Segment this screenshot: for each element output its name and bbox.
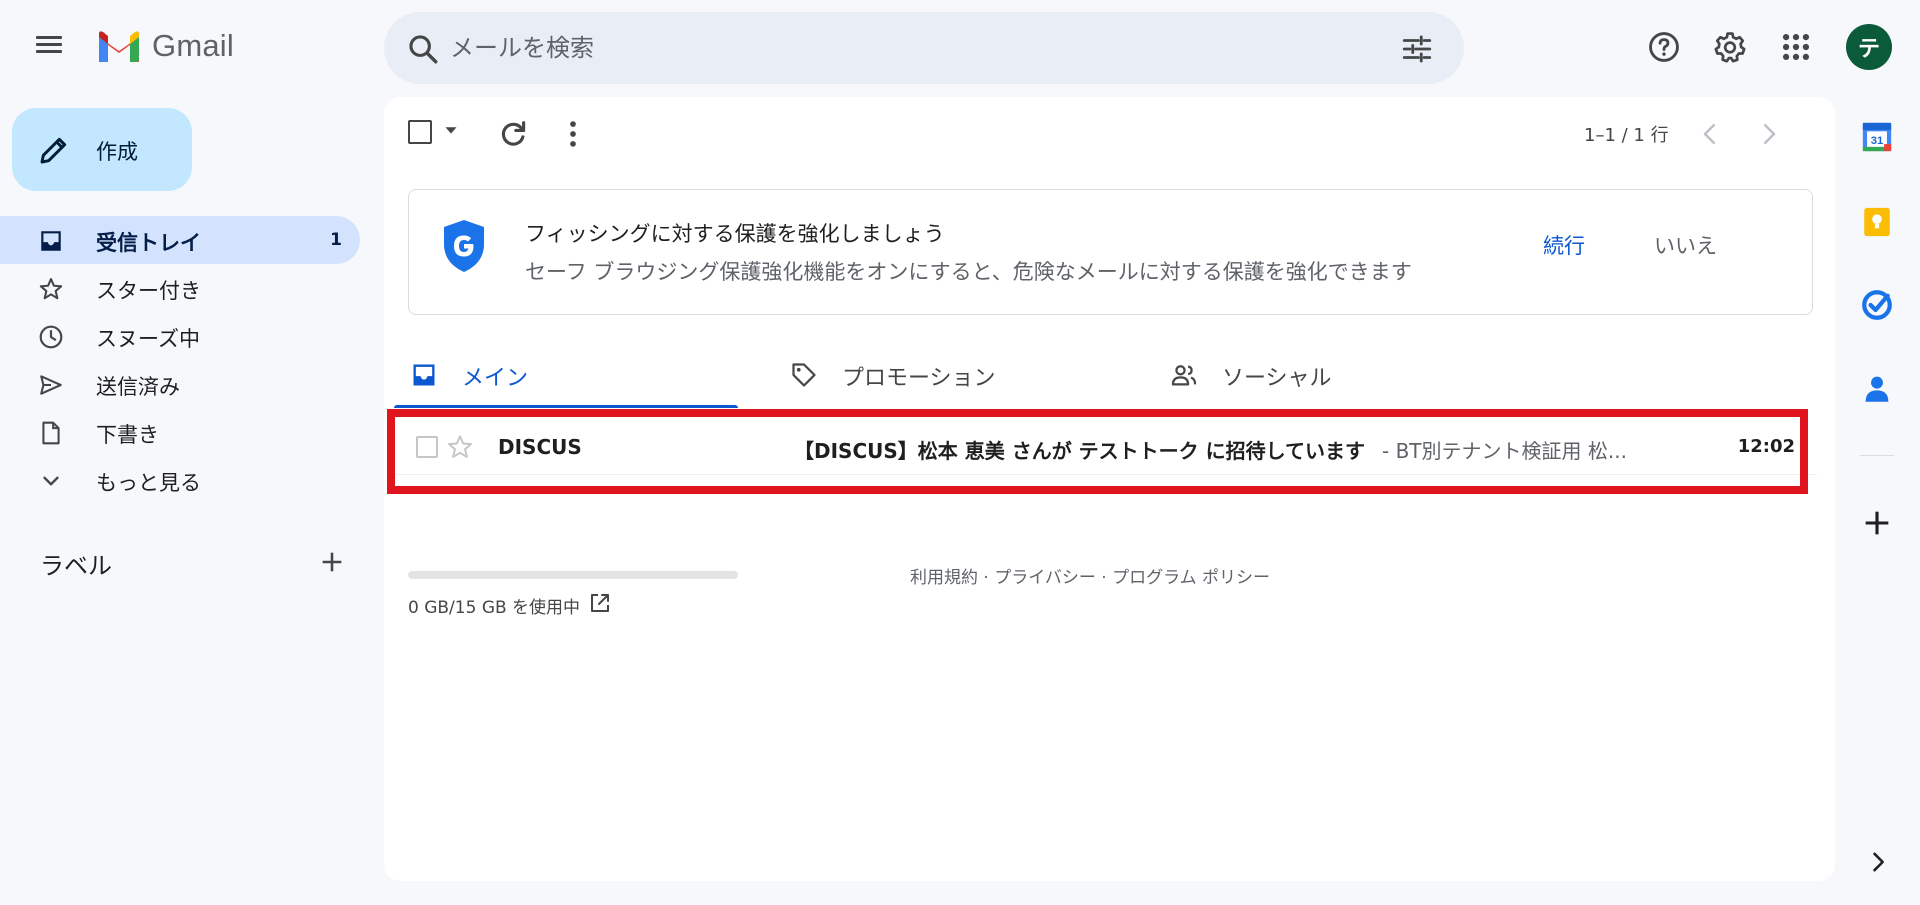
- footer-links: 利用規約 · プライバシー · プログラム ポリシー: [910, 563, 1270, 588]
- row-checkbox[interactable]: [416, 436, 438, 458]
- sidebar-item-snoozed[interactable]: スヌーズ中: [0, 312, 360, 360]
- category-tabs: メイン プロモーション ソーシャル: [394, 339, 1813, 408]
- open-in-new-icon[interactable]: [588, 591, 612, 615]
- pencil-icon: [40, 137, 67, 164]
- more-vert-icon[interactable]: [556, 117, 590, 151]
- mail-list-panel: 1–1 / 1 行 フィッシングに対する保護を強化しましょう セーフ ブラウジン…: [384, 97, 1835, 881]
- banner-continue-button[interactable]: 続行: [1543, 230, 1585, 260]
- app-name: Gmail: [152, 28, 234, 63]
- banner-title: フィッシングに対する保護を強化しましょう: [525, 222, 945, 246]
- sidebar-item-label: 下書き: [96, 423, 159, 447]
- select-dropdown-icon[interactable]: [440, 119, 462, 141]
- tab-label: ソーシャル: [1222, 366, 1332, 391]
- sidebar-item-starred[interactable]: スター付き: [0, 264, 360, 312]
- chevron-right-icon[interactable]: [1754, 119, 1784, 149]
- tab-label: メイン: [462, 366, 529, 391]
- labels-heading: ラベル: [40, 552, 112, 580]
- draft-file-icon: [42, 421, 60, 445]
- email-row[interactable]: DISCUS 【DISCUS】松本 恵美 さんが テストトーク に招待しています…: [394, 419, 1817, 475]
- sidebar-item-sent[interactable]: 送信済み: [0, 360, 360, 408]
- search-icon[interactable]: [406, 32, 440, 66]
- email-subject: 【DISCUS】松本 恵美 さんが テストトーク に招待しています: [794, 439, 1366, 463]
- calendar-icon[interactable]: 31: [1860, 120, 1894, 154]
- footer-separator: ·: [1095, 568, 1113, 588]
- storage-usage-bar: [408, 571, 738, 579]
- compose-button[interactable]: 作成: [12, 108, 192, 191]
- select-all-checkbox[interactable]: [408, 120, 432, 144]
- program-policy-link[interactable]: プログラム ポリシー: [1112, 568, 1270, 588]
- add-addon-icon[interactable]: [1860, 506, 1894, 540]
- sidebar-item-drafts[interactable]: 下書き: [0, 408, 360, 456]
- email-snippet: - BT別テナント検証用 松...: [1382, 439, 1627, 463]
- compose-label: 作成: [96, 140, 138, 164]
- people-icon: [1171, 365, 1197, 386]
- keep-icon[interactable]: [1860, 205, 1894, 239]
- tab-primary[interactable]: メイン: [394, 339, 768, 408]
- sidebar-item-label: スター付き: [96, 279, 201, 303]
- sidebar-item-label: 送信済み: [96, 375, 180, 399]
- svg-text:31: 31: [1871, 135, 1884, 147]
- safe-browsing-banner: フィッシングに対する保護を強化しましょう セーフ ブラウジング保護強化機能をオン…: [408, 189, 1813, 315]
- star-icon: [39, 278, 63, 300]
- help-icon[interactable]: [1647, 30, 1681, 64]
- terms-link[interactable]: 利用規約: [910, 568, 978, 588]
- tab-promotions[interactable]: プロモーション: [788, 339, 1148, 408]
- chevron-down-icon: [43, 476, 59, 486]
- tab-social[interactable]: ソーシャル: [1168, 339, 1528, 408]
- apps-grid-icon[interactable]: [1779, 30, 1813, 64]
- side-panel-divider: [1860, 455, 1894, 456]
- sidebar-item-label: 受信トレイ: [96, 231, 201, 255]
- email-time: 12:02: [1737, 436, 1795, 457]
- banner-description: セーフ ブラウジング保護強化機能をオンにすると、危険なメールに対する保護を強化で…: [525, 260, 1412, 284]
- tasks-icon[interactable]: [1860, 288, 1894, 322]
- footer-separator: ·: [978, 568, 995, 588]
- storage-usage-text: 0 GB/15 GB を使用中: [408, 598, 581, 618]
- gmail-m-icon: [99, 31, 139, 62]
- pagination-info: 1–1 / 1 行: [1584, 125, 1669, 146]
- sidebar-item-label: もっと見る: [96, 471, 201, 495]
- active-tab-indicator: [394, 405, 738, 408]
- clock-icon: [39, 325, 63, 349]
- inbox-icon: [41, 231, 61, 251]
- shield-g-icon: [444, 220, 484, 272]
- add-label-icon[interactable]: [318, 548, 346, 576]
- search-input[interactable]: [450, 26, 1350, 70]
- gmail-logo[interactable]: Gmail: [96, 28, 234, 64]
- tab-label: プロモーション: [842, 366, 996, 391]
- sidebar-item-label: スヌーズ中: [96, 327, 200, 351]
- send-icon: [40, 375, 62, 395]
- chevron-left-icon[interactable]: [1695, 119, 1725, 149]
- search-bar: [384, 12, 1464, 84]
- account-avatar[interactable]: テ: [1846, 24, 1892, 70]
- sidebar-nav: 受信トレイ 1 スター付き スヌーズ中 送信済み 下書き もっと見る: [0, 216, 360, 504]
- tag-icon: [792, 363, 816, 387]
- main-menu-button[interactable]: [34, 32, 64, 62]
- privacy-link[interactable]: プライバシー: [994, 568, 1096, 588]
- star-icon[interactable]: [446, 433, 474, 461]
- sidebar-item-more[interactable]: もっと見る: [0, 456, 360, 504]
- settings-gear-icon[interactable]: [1713, 30, 1747, 64]
- banner-dismiss-button[interactable]: いいえ: [1654, 230, 1717, 260]
- search-options-icon[interactable]: [1400, 32, 1434, 66]
- expand-side-panel-icon[interactable]: [1864, 848, 1892, 876]
- email-sender: DISCUS: [498, 435, 582, 459]
- refresh-icon[interactable]: [496, 117, 530, 151]
- contacts-icon[interactable]: [1860, 372, 1894, 406]
- unread-count: 1: [330, 230, 342, 250]
- sidebar-item-inbox[interactable]: 受信トレイ 1: [0, 216, 360, 264]
- inbox-icon: [413, 364, 435, 386]
